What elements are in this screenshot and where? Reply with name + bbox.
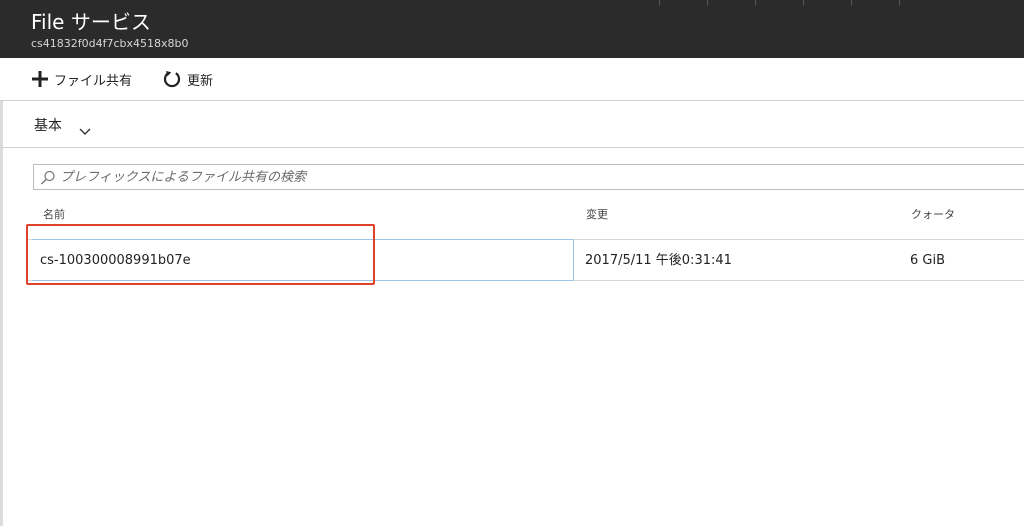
file-share-modified: 2017/5/11 午後0:31:41 xyxy=(585,253,732,268)
add-file-share-button[interactable]: ファイル共有 xyxy=(32,67,132,91)
header-divider xyxy=(803,0,804,6)
chevron-down-icon[interactable] xyxy=(79,121,91,140)
header-divider xyxy=(659,0,660,6)
header-divider xyxy=(707,0,708,6)
file-service-blade: File サービス cs41832f0d4f7cbx4518x8b0 ファイル共… xyxy=(0,0,1024,526)
header-divider xyxy=(851,0,852,6)
page-title: File サービス xyxy=(31,10,151,34)
column-header-modified[interactable]: 変更 xyxy=(586,208,608,222)
column-header-quota[interactable]: クォータ xyxy=(911,208,955,222)
search-icon xyxy=(40,170,56,190)
plus-icon xyxy=(32,71,48,87)
header-divider xyxy=(899,0,900,6)
essentials-section: 基本 xyxy=(0,101,1024,148)
file-share-name[interactable]: cs-100300008991b07e xyxy=(40,253,191,269)
blade-header: File サービス cs41832f0d4f7cbx4518x8b0 xyxy=(0,0,1024,58)
storage-account-name: cs41832f0d4f7cbx4518x8b0 xyxy=(31,37,189,50)
refresh-label: 更新 xyxy=(187,73,214,89)
refresh-button[interactable]: 更新 xyxy=(163,67,213,91)
header-divider xyxy=(755,0,756,6)
essentials-toggle[interactable]: 基本 xyxy=(34,117,62,135)
table-row[interactable]: cs-100300008991b07e 2017/5/11 午後0:31:41 … xyxy=(28,239,1024,281)
file-share-quota: 6 GiB xyxy=(910,253,946,268)
add-file-share-label: ファイル共有 xyxy=(54,73,133,89)
search-box xyxy=(33,164,1024,190)
search-input[interactable] xyxy=(60,168,960,186)
command-bar: ファイル共有 更新 xyxy=(0,58,1024,101)
refresh-icon xyxy=(163,70,181,88)
column-header-name[interactable]: 名前 xyxy=(43,208,65,222)
